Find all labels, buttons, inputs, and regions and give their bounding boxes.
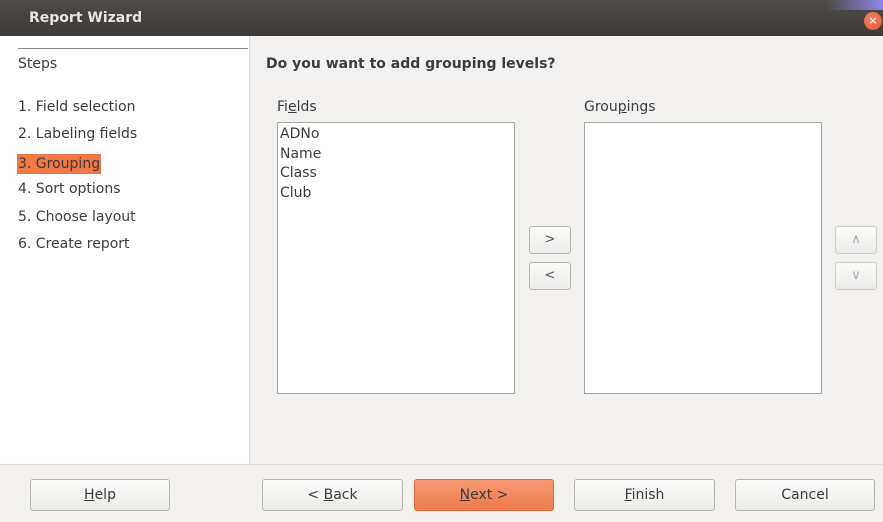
list-item[interactable]: Name	[278, 145, 514, 165]
add-grouping-button[interactable]: >	[529, 226, 571, 254]
back-button[interactable]: < Back	[262, 479, 403, 511]
list-item[interactable]: ADNo	[278, 125, 514, 145]
list-item[interactable]: Class	[278, 164, 514, 184]
window-title: Report Wizard	[29, 10, 143, 26]
fields-label: Fields	[277, 99, 317, 115]
step-create-report[interactable]: 6. Create report	[17, 234, 131, 254]
page-question: Do you want to add grouping levels?	[266, 56, 556, 72]
close-icon[interactable]: ×	[864, 12, 882, 30]
steps-divider	[18, 48, 248, 49]
move-up-button[interactable]: ∧	[835, 226, 877, 254]
steps-heading: Steps	[18, 56, 58, 72]
help-button[interactable]: Help	[30, 479, 170, 511]
cancel-button[interactable]: Cancel	[735, 479, 875, 511]
step-choose-layout[interactable]: 5. Choose layout	[17, 207, 137, 227]
step-field-selection[interactable]: 1. Field selection	[17, 97, 137, 117]
corner-decoration	[826, 0, 883, 10]
remove-grouping-button[interactable]: <	[529, 262, 571, 290]
step-labeling-fields[interactable]: 2. Labeling fields	[17, 124, 138, 144]
finish-button[interactable]: Finish	[574, 479, 715, 511]
groupings-label: Groupings	[584, 99, 656, 115]
next-button[interactable]: Next >	[414, 479, 554, 511]
fields-listbox[interactable]: ADNo Name Class Club	[277, 122, 515, 394]
move-down-button[interactable]: ∨	[835, 262, 877, 290]
step-grouping[interactable]: 3. Grouping	[17, 154, 102, 174]
groupings-listbox[interactable]	[584, 122, 822, 394]
step-sort-options[interactable]: 4. Sort options	[17, 179, 122, 199]
footer-divider	[0, 464, 883, 465]
list-item[interactable]: Club	[278, 184, 514, 204]
